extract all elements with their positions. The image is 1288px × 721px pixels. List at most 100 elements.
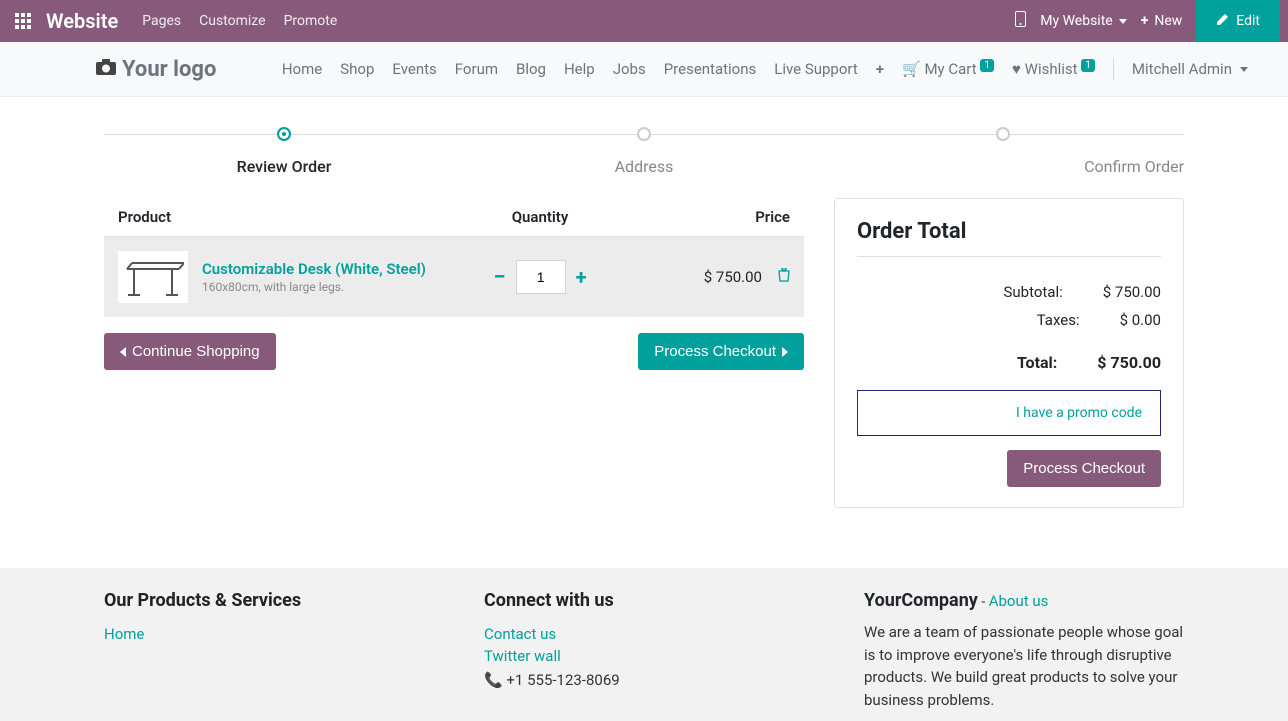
subtotal-label: Subtotal: [857, 283, 1063, 301]
new-button[interactable]: + New [1141, 13, 1183, 29]
line-price: $ 750.00 [704, 268, 762, 286]
camera-icon [96, 59, 116, 80]
continue-label: Continue Shopping [132, 343, 260, 360]
nav-presentations[interactable]: Presentations [664, 60, 757, 78]
process-checkout-side-button[interactable]: Process Checkout [1007, 450, 1161, 487]
wizard-step-confirm[interactable]: Confirm Order [824, 127, 1184, 176]
total-label: Total: [857, 353, 1057, 372]
trash-icon[interactable] [778, 268, 790, 286]
total-value: $ 750.00 [1097, 353, 1161, 372]
nav-shop[interactable]: Shop [340, 60, 374, 78]
wishlist-link[interactable]: ♥ Wishlist 1 [1012, 60, 1095, 78]
nav-forum[interactable]: Forum [455, 60, 498, 78]
app-title[interactable]: Website [46, 9, 118, 33]
top-bar: Website Pages Customize Promote My Websi… [0, 0, 1288, 42]
product-description: 160x80cm, with large legs. [202, 280, 450, 294]
wizard-step-address[interactable]: Address [464, 127, 824, 176]
wizard-step-review[interactable]: Review Order [104, 127, 464, 176]
product-image [118, 251, 188, 303]
col-price: Price [630, 208, 790, 226]
nav-events[interactable]: Events [392, 60, 436, 78]
divider [857, 256, 1161, 257]
cart-row: Customizable Desk (White, Steel) 160x80c… [104, 237, 804, 317]
nav-live-support[interactable]: Live Support [774, 60, 858, 78]
website-switcher-label: My Website [1040, 13, 1112, 29]
footer-col-connect: Connect with us Contact us Twitter wall … [484, 590, 804, 711]
quantity-input[interactable] [516, 260, 566, 294]
cart-badge: 1 [980, 59, 994, 72]
col-quantity: Quantity [450, 208, 630, 226]
top-menu-customize[interactable]: Customize [199, 13, 265, 29]
decrement-button[interactable]: − [493, 265, 505, 290]
footer-title: Our Products & Services [104, 590, 424, 611]
checkout-wizard: Review Order Address Confirm Order [104, 127, 1184, 176]
step-label: Review Order [104, 157, 464, 176]
wishlist-badge: 1 [1081, 59, 1095, 72]
footer-col-products: Our Products & Services Home [104, 590, 424, 711]
order-total-box: Order Total Subtotal: $ 750.00 Taxes: $ … [834, 198, 1184, 508]
edit-label: Edit [1236, 13, 1260, 29]
site-navbar: Your logo Home Shop Events Forum Blog He… [0, 42, 1288, 97]
step-indicator-icon [637, 127, 651, 141]
promo-code-link[interactable]: I have a promo code [1016, 405, 1142, 421]
chevron-right-icon [782, 347, 788, 357]
subtotal-value: $ 750.00 [1103, 283, 1161, 301]
website-switcher[interactable]: My Website [1040, 13, 1126, 29]
footer-link-contact[interactable]: Contact us [484, 625, 804, 643]
logo-text: Your logo [122, 57, 216, 82]
footer-about-text: We are a team of passionate people whose… [864, 621, 1184, 711]
nav-home[interactable]: Home [282, 60, 322, 78]
taxes-label: Taxes: [857, 311, 1080, 329]
footer-link-twitter[interactable]: Twitter wall [484, 647, 804, 665]
user-name: Mitchell Admin [1132, 60, 1232, 78]
footer-link-home[interactable]: Home [104, 625, 424, 643]
top-menu-promote[interactable]: Promote [284, 13, 338, 29]
wishlist-label: Wishlist [1025, 60, 1078, 78]
cart-label: My Cart [924, 60, 976, 78]
process-side-label: Process Checkout [1023, 460, 1145, 477]
heart-icon: ♥ [1012, 60, 1021, 78]
footer-about-link[interactable]: About us [989, 592, 1049, 610]
taxes-value: $ 0.00 [1120, 311, 1161, 329]
add-menu-item-icon[interactable]: + [876, 60, 884, 78]
step-label: Confirm Order [824, 157, 1184, 176]
site-logo[interactable]: Your logo [96, 57, 216, 82]
nav-jobs[interactable]: Jobs [613, 60, 646, 78]
nav-menu: Home Shop Events Forum Blog Help Jobs Pr… [282, 58, 1248, 80]
product-name[interactable]: Customizable Desk (White, Steel) [202, 260, 450, 278]
apps-icon[interactable] [8, 6, 38, 36]
continue-shopping-button[interactable]: Continue Shopping [104, 333, 276, 370]
nav-blog[interactable]: Blog [516, 60, 546, 78]
phone-icon: 📞 [484, 671, 503, 689]
mobile-preview-icon[interactable] [1015, 11, 1026, 31]
footer-phone: 📞 +1 555-123-8069 [484, 669, 804, 692]
chevron-left-icon [120, 347, 126, 357]
cart-link[interactable]: 🛒 My Cart 1 [902, 60, 994, 78]
pencil-icon [1216, 12, 1230, 30]
user-menu[interactable]: Mitchell Admin [1132, 60, 1248, 78]
top-menu-pages[interactable]: Pages [142, 13, 181, 29]
nav-help[interactable]: Help [564, 60, 595, 78]
process-label: Process Checkout [654, 343, 776, 360]
top-menu: Pages Customize Promote [142, 13, 337, 29]
increment-button[interactable]: + [576, 265, 587, 289]
step-indicator-icon [277, 127, 291, 141]
step-label: Address [464, 157, 824, 176]
step-indicator-icon [996, 127, 1010, 141]
nav-divider [1113, 58, 1114, 80]
footer-col-about: YourCompany - About us We are a team of … [864, 590, 1184, 711]
caret-down-icon [1119, 19, 1127, 24]
caret-down-icon [1240, 67, 1248, 72]
edit-button[interactable]: Edit [1196, 0, 1280, 42]
cart-header-row: Product Quantity Price [104, 198, 804, 237]
process-checkout-button[interactable]: Process Checkout [638, 333, 804, 370]
col-product: Product [118, 208, 450, 226]
footer-company: YourCompany [864, 590, 978, 611]
cart-icon: 🛒 [902, 60, 921, 78]
cart-table: Product Quantity Price [104, 198, 804, 370]
plus-icon: + [1141, 13, 1149, 29]
promo-code-box: I have a promo code [857, 390, 1161, 436]
order-total-title: Order Total [857, 219, 1161, 244]
quantity-controls: − + [450, 260, 630, 294]
footer-sep: - [978, 594, 989, 610]
